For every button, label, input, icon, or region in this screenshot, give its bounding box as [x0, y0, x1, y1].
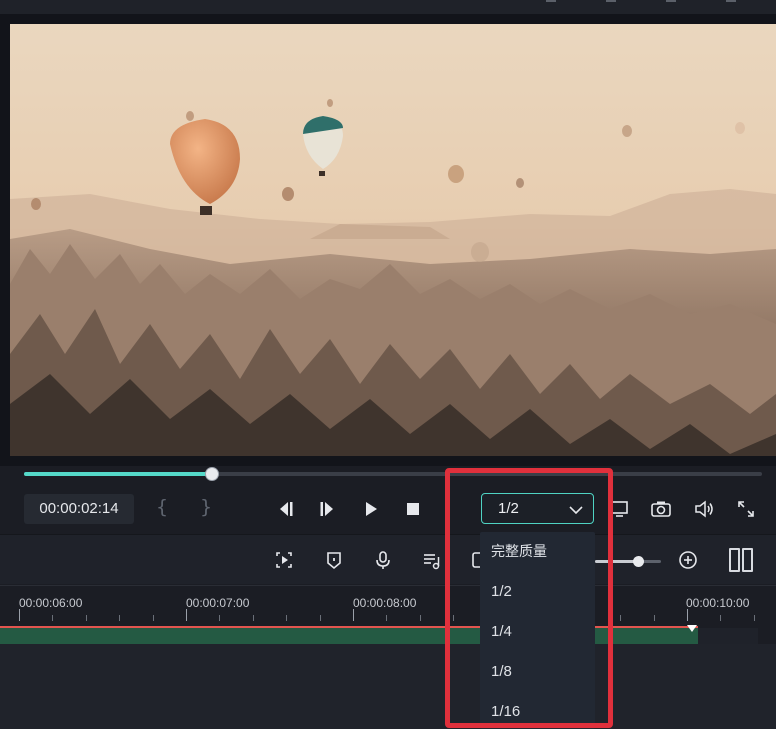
split-view-right [742, 548, 753, 572]
volume-icon[interactable] [693, 498, 715, 520]
ruler-label: 00:00:10:00 [686, 596, 750, 610]
stop-icon[interactable] [402, 498, 424, 520]
end-marker-icon[interactable] [687, 625, 697, 632]
mark-in-button[interactable]: { [156, 496, 168, 518]
ruler-tick [754, 615, 755, 621]
ruler-tick [720, 615, 721, 621]
marker-icon[interactable] [323, 549, 345, 571]
video-frame[interactable] [10, 24, 776, 456]
mark-out-button[interactable]: } [200, 496, 212, 518]
audio-mix-icon[interactable] [422, 549, 444, 571]
ruler-tick [119, 615, 120, 621]
current-timecode: 00:00:02:14 [24, 494, 134, 524]
ruler-tick [153, 615, 154, 621]
timeline-toolbar [0, 534, 776, 584]
split-view-left [729, 548, 740, 572]
ruler-tick [687, 609, 688, 621]
ruler-tick [353, 609, 354, 621]
ruler-tick [86, 615, 87, 621]
ruler-label: 00:00:07:00 [186, 596, 250, 610]
timeline-ruler[interactable]: 00:00:06:00 00:00:07:00 00:00:08:00 00:0… [0, 585, 776, 627]
ruler-tick [654, 615, 655, 621]
zoom-in-icon[interactable] [677, 549, 699, 571]
ruler-tick [420, 615, 421, 621]
ruler-tick [286, 615, 287, 621]
fullscreen-icon[interactable] [735, 498, 757, 520]
step-back-icon[interactable] [274, 498, 296, 520]
snapshot-camera-icon[interactable] [650, 498, 672, 520]
progress-fill [24, 472, 213, 476]
ruler-label: 00:00:08:00 [353, 596, 417, 610]
ruler-tick [19, 609, 20, 621]
ruler-label: 00:00:06:00 [19, 596, 83, 610]
toolbar-icon[interactable] [726, 0, 736, 2]
playback-controls: 00:00:02:14 { } 1/2 [0, 486, 776, 532]
play-icon[interactable] [360, 498, 382, 520]
ruler-tick [620, 615, 621, 621]
ruler-tick [52, 615, 53, 621]
toolbar-icon[interactable] [606, 0, 616, 2]
preview-panel [0, 14, 776, 466]
annotation-highlight-box [445, 468, 613, 728]
ruler-tick [219, 615, 220, 621]
ruler-tick [320, 615, 321, 621]
render-preview-icon[interactable] [273, 549, 295, 571]
toolbar-icon[interactable] [546, 0, 556, 2]
step-forward-icon[interactable] [317, 498, 339, 520]
top-toolbar [0, 0, 776, 14]
playhead-knob[interactable] [205, 467, 220, 481]
playback-progress-bar[interactable] [24, 467, 762, 481]
ruler-tick [186, 609, 187, 621]
zoom-knob[interactable] [632, 556, 644, 567]
split-view-icon[interactable] [729, 548, 753, 572]
microphone-icon[interactable] [372, 549, 394, 571]
ruler-tick [253, 615, 254, 621]
track-empty-area [698, 628, 758, 644]
ruler-tick [386, 615, 387, 621]
timeline-tracks-area[interactable] [0, 644, 776, 729]
toolbar-icon[interactable] [666, 0, 676, 2]
